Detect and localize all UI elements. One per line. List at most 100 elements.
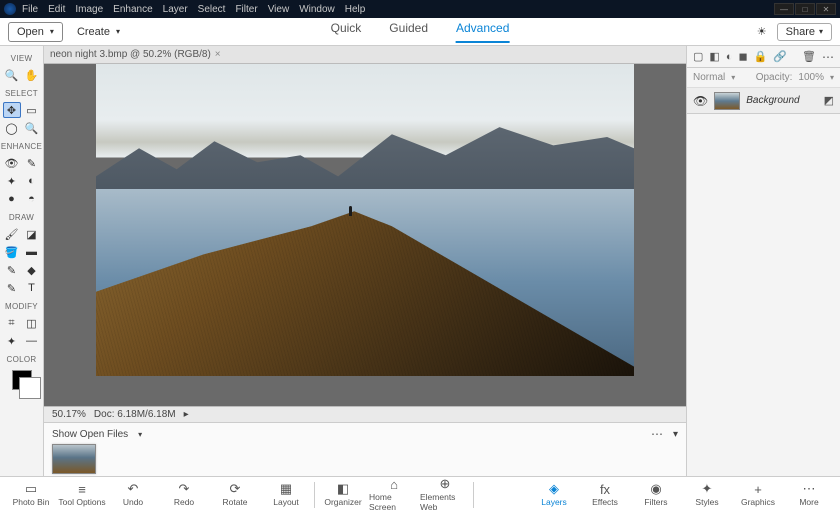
photo-thumbnail[interactable]: [52, 444, 96, 474]
hand-tool-icon[interactable]: ✋: [23, 67, 41, 83]
layer-row[interactable]: 👁 Background ◩: [687, 88, 840, 114]
menu-layer[interactable]: Layer: [163, 4, 188, 15]
zoom-level[interactable]: 50.17%: [52, 409, 86, 420]
move-tool-icon[interactable]: ✥: [3, 102, 21, 118]
smart-brush-tool-icon[interactable]: ✦: [3, 173, 21, 189]
blur-tool-icon[interactable]: ◐: [23, 173, 41, 189]
eraser-tool-icon[interactable]: ◪: [23, 226, 41, 242]
canvas-area[interactable]: ↖: [44, 64, 686, 406]
quick-select-tool-icon[interactable]: 🔍: [23, 120, 41, 136]
bb-layers[interactable]: ◈Layers: [529, 478, 579, 512]
tool-options-label: Tool Options: [58, 497, 105, 507]
bb-elements-web[interactable]: ⊕Elements Web: [420, 478, 470, 512]
bb-organizer[interactable]: ◧Organizer: [318, 478, 368, 512]
chevron-down-icon[interactable]: ▾: [138, 430, 142, 439]
layer-name[interactable]: Background: [746, 95, 799, 106]
lock-icon[interactable]: 🔒: [754, 50, 768, 63]
lasso-tool-icon[interactable]: ◯: [3, 120, 21, 136]
bb-filters[interactable]: ◉Filters: [631, 478, 681, 512]
brush-tool-icon[interactable]: 🖌: [3, 226, 21, 242]
layer-thumbnail[interactable]: [714, 92, 740, 110]
opacity-value[interactable]: 100%: [798, 72, 824, 83]
crop-tool-icon[interactable]: ⌗: [3, 315, 21, 331]
content-move-tool-icon[interactable]: ✦: [3, 333, 21, 349]
marquee-tool-icon[interactable]: ▭: [23, 102, 41, 118]
bb-undo[interactable]: ↶Undo: [108, 478, 158, 512]
share-button[interactable]: Share ▾: [777, 23, 832, 41]
effects-icon: fx: [600, 482, 610, 496]
organizer-icon: ◧: [337, 482, 349, 496]
zoom-tool-icon[interactable]: 🔍: [3, 67, 21, 83]
bb-photo-bin[interactable]: ▭Photo Bin: [6, 478, 56, 512]
bb-redo[interactable]: ↷Redo: [159, 478, 209, 512]
menu-window[interactable]: Window: [299, 4, 335, 15]
graphics-icon: +: [754, 482, 762, 496]
menu-enhance[interactable]: Enhance: [113, 4, 152, 15]
photo-bin-title[interactable]: Show Open Files: [52, 429, 128, 440]
fill-tool-icon[interactable]: 🪣: [3, 244, 21, 260]
enhance-section-label: ENHANCE: [1, 142, 42, 151]
bb-more[interactable]: ⋯More: [784, 478, 834, 512]
menu-select[interactable]: Select: [198, 4, 226, 15]
more-icon[interactable]: ⋯: [822, 50, 834, 64]
text-tool-icon[interactable]: T: [23, 280, 41, 296]
main-menu: File Edit Image Enhance Layer Select Filter Vie…: [22, 4, 365, 15]
heal-tool-icon[interactable]: ✎: [23, 155, 41, 171]
link-icon[interactable]: 🔗: [773, 50, 787, 63]
bb-graphics[interactable]: +Graphics: [733, 478, 783, 512]
brightness-icon[interactable]: ☀: [757, 25, 767, 38]
sponge-tool-icon[interactable]: ●: [3, 191, 21, 207]
canvas[interactable]: [96, 64, 634, 376]
more-icon[interactable]: ⋯: [651, 427, 663, 441]
trash-icon[interactable]: 🗑: [802, 50, 816, 63]
tool-options-icon: ≡: [78, 482, 86, 496]
menu-file[interactable]: File: [22, 4, 38, 15]
chevron-down-icon: ▾: [116, 27, 120, 36]
bb-layout[interactable]: ▦Layout: [261, 478, 311, 512]
menu-image[interactable]: Image: [75, 4, 103, 15]
blend-mode-select[interactable]: Normal: [693, 72, 725, 83]
recompose-tool-icon[interactable]: ◫: [23, 315, 41, 331]
tool-palette: VIEW 🔍 ✋ SELECT ✥ ▭ ◯ 🔍 ENHANCE 👁 ✎ ✦ ◐ …: [0, 46, 44, 476]
home-screen-icon: ⌂: [390, 477, 398, 491]
menu-view[interactable]: View: [268, 4, 290, 15]
menu-edit[interactable]: Edit: [48, 4, 65, 15]
straighten-tool-icon[interactable]: —: [23, 333, 41, 349]
new-layer-icon[interactable]: ▢: [693, 50, 703, 63]
layer-lock-icon[interactable]: ◩: [824, 94, 834, 107]
layers-label: Layers: [541, 497, 567, 507]
mode-advanced[interactable]: Advanced: [456, 21, 509, 43]
mode-quick[interactable]: Quick: [331, 21, 362, 43]
maximize-button[interactable]: □: [795, 3, 815, 15]
menu-filter[interactable]: Filter: [235, 4, 257, 15]
pencil-tool-icon[interactable]: ✎: [3, 280, 21, 296]
shape-tool-icon[interactable]: ◆: [23, 262, 41, 278]
chevron-down-icon[interactable]: ▾: [673, 429, 678, 440]
bb-effects[interactable]: fxEffects: [580, 478, 630, 512]
bb-rotate[interactable]: ⟳Rotate: [210, 478, 260, 512]
visibility-icon[interactable]: 👁: [693, 94, 708, 108]
burn-tool-icon[interactable]: ◓: [23, 191, 41, 207]
create-button[interactable]: Create ▾: [77, 26, 120, 38]
bb-tool-options[interactable]: ≡Tool Options: [57, 478, 107, 512]
adjustment-layer-icon[interactable]: ◐: [726, 51, 733, 63]
open-button[interactable]: Open ▾: [8, 22, 63, 42]
redo-label: Redo: [174, 497, 194, 507]
chevron-down-icon: ▾: [830, 73, 834, 82]
eye-tool-icon[interactable]: 👁: [3, 155, 21, 171]
menu-help[interactable]: Help: [345, 4, 366, 15]
color-swatch[interactable]: [12, 370, 32, 390]
mode-guided[interactable]: Guided: [389, 21, 428, 43]
minimize-button[interactable]: —: [774, 3, 794, 15]
layer-group-icon[interactable]: ◧: [709, 50, 719, 63]
eyedropper-tool-icon[interactable]: ✎: [3, 262, 21, 278]
document-tab[interactable]: neon night 3.bmp @ 50.2% (RGB/8) ×: [44, 46, 686, 64]
bb-home-screen[interactable]: ⌂Home Screen: [369, 478, 419, 512]
bottom-bar: ▭Photo Bin≡Tool Options↶Undo↷Redo⟳Rotate…: [0, 476, 840, 512]
bb-styles[interactable]: ✦Styles: [682, 478, 732, 512]
close-icon[interactable]: ×: [215, 49, 221, 60]
close-button[interactable]: ✕: [816, 3, 836, 15]
chevron-right-icon[interactable]: ▸: [184, 409, 189, 420]
layer-mask-icon[interactable]: ◼: [738, 50, 747, 63]
gradient-tool-icon[interactable]: ▬: [23, 244, 41, 260]
